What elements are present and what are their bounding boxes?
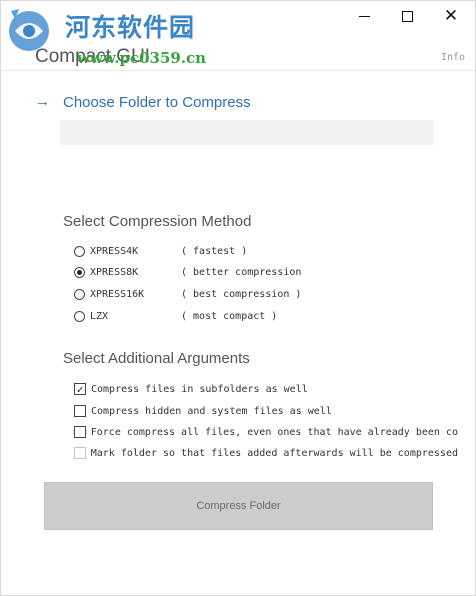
- close-icon: ✕: [443, 6, 459, 25]
- checkbox-label: Compress hidden and system files as well: [91, 405, 332, 417]
- watermark-site-url: www.pc0359.cn: [77, 49, 207, 67]
- arrow-right-icon: →: [35, 93, 50, 110]
- checkbox-checked[interactable]: ✓: [74, 383, 86, 395]
- checkbox-disabled: [74, 447, 86, 459]
- radio-dot-icon: [77, 269, 82, 275]
- option-name: XPRESS16K: [90, 288, 145, 300]
- checkbox-hidden-system[interactable]: Compress hidden and system files as well: [74, 403, 458, 419]
- checkbox-label: Mark folder so that files added afterwar…: [90, 447, 458, 459]
- choose-folder-label: Choose Folder to Compress: [63, 93, 251, 111]
- option-description: ( most compact ): [181, 310, 278, 322]
- title-bar: 河东软件园 ✕: [1, 1, 475, 51]
- radio-button[interactable]: [74, 310, 85, 322]
- option-name: LZX: [90, 310, 109, 322]
- option-description: ( better compression: [181, 266, 302, 278]
- radio-xpress16k[interactable]: XPRESS16K ( best compression ): [74, 286, 301, 302]
- close-button[interactable]: ✕: [429, 1, 473, 31]
- compression-method-title: Select Compression Method: [63, 213, 252, 230]
- checkmark-icon: ✓: [76, 382, 84, 396]
- option-name: XPRESS4K: [90, 245, 139, 257]
- option-name: XPRESS8K: [90, 266, 139, 278]
- radio-xpress4k[interactable]: XPRESS4K ( fastest ): [74, 243, 247, 259]
- radio-xpress8k[interactable]: XPRESS8K ( better compression: [74, 264, 301, 280]
- compress-folder-button[interactable]: Compress Folder: [44, 482, 433, 530]
- info-link[interactable]: Info: [441, 52, 465, 63]
- option-description: ( fastest ): [181, 245, 248, 257]
- checkbox[interactable]: [74, 426, 86, 438]
- maximize-icon: [401, 10, 413, 22]
- watermark-site-name: 河东软件园: [65, 13, 196, 42]
- checkbox-force-compress[interactable]: Force compress all files, even ones that…: [74, 424, 458, 440]
- checkbox-mark-folder: Mark folder so that files added afterwar…: [74, 445, 458, 461]
- radio-button-selected[interactable]: [74, 266, 85, 278]
- radio-button[interactable]: [74, 245, 85, 257]
- choose-folder-link[interactable]: → Choose Folder to Compress: [35, 93, 251, 111]
- minimize-button[interactable]: [342, 1, 386, 31]
- radio-button[interactable]: [74, 288, 85, 300]
- checkbox-subfolders[interactable]: ✓ Compress files in subfolders as well: [74, 381, 458, 397]
- radio-lzx[interactable]: LZX ( most compact ): [74, 308, 277, 324]
- checkbox[interactable]: [74, 405, 86, 417]
- checkbox-label: Force compress all files, even ones that…: [90, 426, 458, 438]
- additional-arguments-title: Select Additional Arguments: [63, 350, 250, 367]
- checkbox-label: Compress files in subfolders as well: [91, 383, 308, 395]
- folder-path-field[interactable]: [60, 120, 433, 145]
- minimize-icon: [358, 15, 370, 17]
- header-divider: [1, 70, 475, 71]
- option-description: ( best compression ): [181, 288, 302, 300]
- maximize-button[interactable]: [385, 1, 429, 31]
